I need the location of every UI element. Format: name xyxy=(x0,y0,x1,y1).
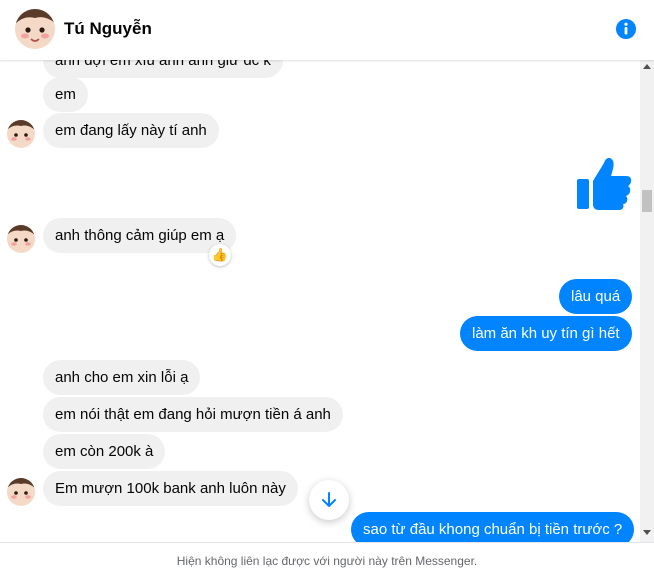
contact-avatar[interactable] xyxy=(15,9,55,49)
scroll-up-arrow-icon[interactable] xyxy=(643,64,651,69)
thumbs-up-icon[interactable] xyxy=(574,155,634,211)
scrollbar-thumb[interactable] xyxy=(642,190,652,212)
incoming-message[interactable]: anh đợi em xíu anh anh giữ đc k xyxy=(43,60,283,78)
outgoing-message[interactable]: lâu quá xyxy=(559,279,633,314)
incoming-message[interactable]: em xyxy=(43,77,88,112)
messenger-chat-window: Tú Nguyễn anh đợi em xíu anh anh giữ đc … xyxy=(0,0,654,579)
outgoing-message[interactable]: sao từ đầu khong chuẩn bị tiền trước ? xyxy=(351,512,635,542)
contact-avatar-small[interactable] xyxy=(7,478,35,506)
outgoing-message[interactable]: làm ăn kh uy tín gì hết xyxy=(460,316,632,351)
vertical-scrollbar[interactable] xyxy=(640,60,654,542)
incoming-message[interactable]: anh cho em xin lỗi ạ xyxy=(43,360,201,395)
incoming-message[interactable]: em nói thật em đang hỏi mượn tiền á anh xyxy=(43,397,343,432)
chat-header: Tú Nguyễn xyxy=(0,0,654,60)
unavailable-notice: Hiện không liên lạc được với người này t… xyxy=(0,542,654,579)
info-icon[interactable] xyxy=(615,18,637,40)
contact-avatar-small[interactable] xyxy=(7,120,35,148)
incoming-message[interactable]: em còn 200k à xyxy=(43,434,166,469)
incoming-message[interactable]: Em mượn 100k bank anh luôn này xyxy=(43,471,298,506)
scroll-down-arrow-icon[interactable] xyxy=(643,530,651,535)
scroll-to-bottom-button[interactable] xyxy=(309,480,349,520)
contact-avatar-small[interactable] xyxy=(7,225,35,253)
message-thread[interactable]: anh đợi em xíu anh anh giữ đc k em em đa… xyxy=(0,60,640,542)
contact-name[interactable]: Tú Nguyễn xyxy=(64,19,152,39)
reaction-badge[interactable]: 👍 xyxy=(209,244,231,266)
incoming-message[interactable]: em đang lấy này tí anh xyxy=(43,113,219,148)
incoming-message[interactable]: anh thông cảm giúp em ạ xyxy=(43,218,237,253)
arrow-down-icon xyxy=(322,492,336,507)
